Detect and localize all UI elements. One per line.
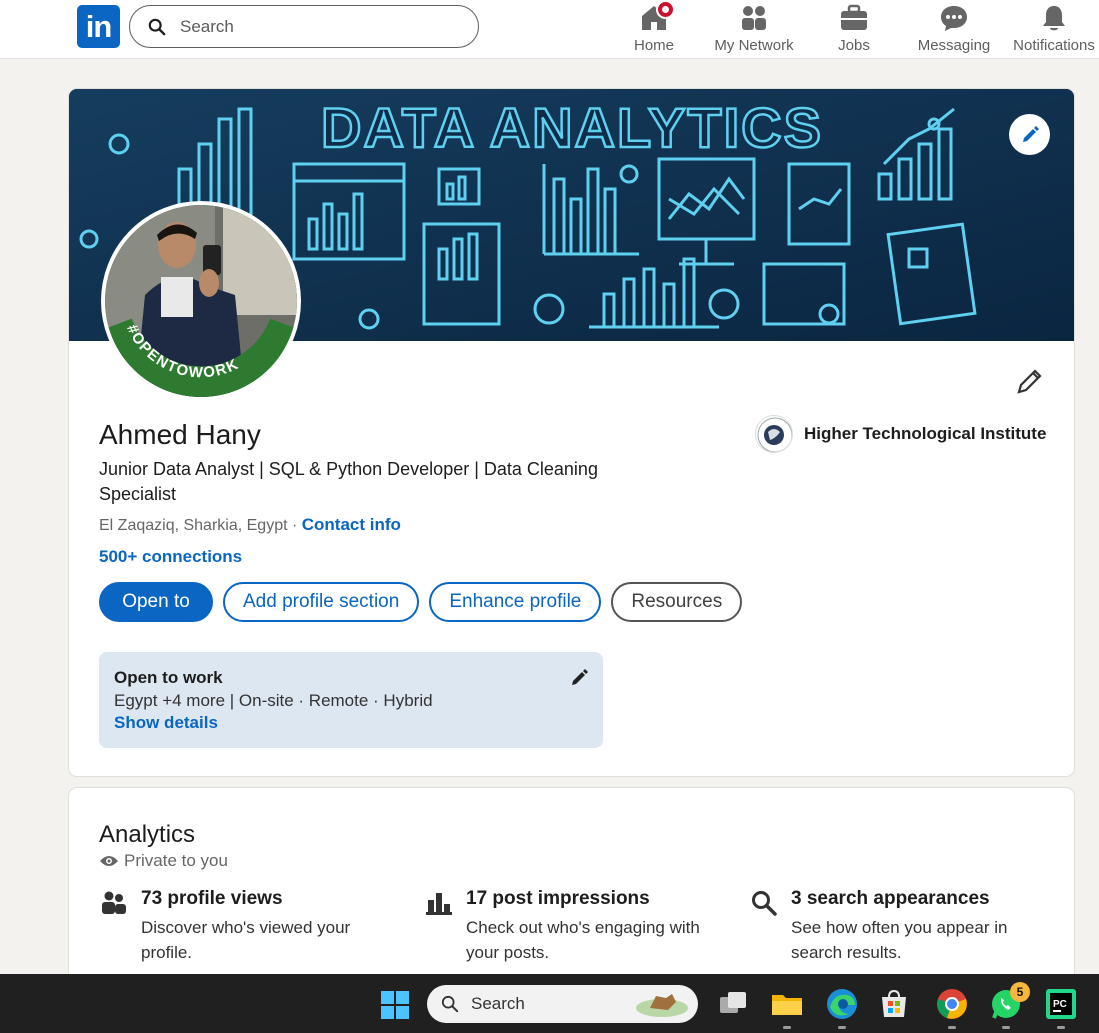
nav-jobs[interactable]: Jobs: [806, 3, 902, 57]
location-separator: ·: [287, 517, 302, 534]
running-indicator: [1002, 1026, 1010, 1029]
microsoft-store-button[interactable]: [877, 987, 911, 1021]
eye-icon: [100, 856, 118, 866]
taskbar-search[interactable]: Search: [427, 985, 698, 1023]
briefcase-icon: [839, 3, 869, 33]
magnifier-icon: [752, 891, 777, 916]
open-to-work-title: Open to work: [114, 668, 223, 687]
messaging-icon: [939, 3, 969, 33]
open-to-button[interactable]: Open to: [99, 582, 213, 622]
show-details-link[interactable]: Show details: [114, 713, 588, 733]
people-icon: [102, 891, 126, 914]
whatsapp-unread-badge: 5: [1010, 982, 1030, 1002]
profile-headline: Junior Data Analyst | SQL & Python Devel…: [99, 459, 598, 504]
profile-actions: Open to Add profile section Enhance prof…: [99, 582, 752, 622]
search-input[interactable]: [180, 16, 450, 37]
file-explorer-button[interactable]: [770, 987, 804, 1029]
add-profile-section-button[interactable]: Add profile section: [223, 582, 420, 622]
pencil-icon: [1022, 125, 1039, 142]
search-icon: [441, 995, 459, 1013]
windows-taskbar: Search 5 PC: [0, 974, 1099, 1033]
profile-location-line: El Zaqaziq, Sharkia, Egypt · Contact inf…: [99, 515, 401, 535]
analytics-search-appearances[interactable]: 3 search appearances See how often you a…: [751, 888, 1041, 965]
analytics-privacy: Private to you: [99, 851, 228, 871]
chrome-icon: [937, 989, 967, 1019]
nav-notifications[interactable]: Notifications: [1006, 3, 1099, 57]
profile-views-desc: Discover who's viewed your profile.: [141, 918, 351, 962]
edit-open-to-work-button[interactable]: [569, 668, 589, 688]
edge-icon: [827, 989, 857, 1019]
open-to-work-details: Egypt +4 more | On-site · Remote · Hybri…: [114, 691, 433, 710]
post-impressions-desc: Check out who's engaging with your posts…: [466, 918, 700, 962]
notification-badge: [656, 0, 675, 19]
chrome-browser-button[interactable]: [935, 987, 969, 1029]
edit-banner-button[interactable]: [1009, 114, 1050, 155]
top-navigation-bar: in Home My Network Jobs Messaging Notif: [0, 0, 1099, 59]
nav-jobs-label: Jobs: [838, 37, 870, 54]
pycharm-icon: PC: [1046, 989, 1076, 1019]
linkedin-logo-icon[interactable]: in: [77, 5, 120, 48]
edit-intro-button[interactable]: [1014, 365, 1046, 397]
windows-start-icon[interactable]: [380, 990, 410, 1020]
home-icon: [639, 0, 675, 33]
pencil-icon: [572, 669, 588, 685]
enhance-profile-button[interactable]: Enhance profile: [429, 582, 602, 622]
whatsapp-button[interactable]: 5: [989, 982, 1030, 1029]
search-box[interactable]: [129, 5, 479, 48]
nav-messaging-label: Messaging: [917, 37, 991, 54]
profile-views-count: 73 profile views: [141, 888, 283, 909]
connections-link[interactable]: 500+ connections: [99, 547, 242, 567]
nav-my-network-label: My Network: [714, 37, 794, 54]
pycharm-button[interactable]: PC: [1044, 987, 1078, 1029]
svg-text:PC: PC: [1053, 999, 1067, 1010]
search-appearances-desc: See how often you appear in search resul…: [791, 918, 1008, 962]
search-highlight-icon: [636, 994, 688, 1017]
profile-location: El Zaqaziq, Sharkia, Egypt: [99, 517, 288, 534]
analytics-privacy-label: Private to you: [124, 851, 228, 870]
open-to-work-box: Open to work Egypt +4 more | On-site · R…: [99, 652, 603, 748]
nav-my-network[interactable]: My Network: [706, 3, 802, 57]
banner-heading: DATA ANALYTICS: [321, 96, 823, 159]
profile-card: DATA ANALYTICS #OPENTOWORK Ahmed Hany Ju…: [68, 88, 1075, 777]
analytics-post-impressions[interactable]: 17 post impressions Check out who's enga…: [426, 888, 716, 965]
post-impressions-count: 17 post impressions: [466, 888, 650, 909]
search-appearances-count: 3 search appearances: [791, 888, 990, 909]
institute-name: Higher Technological Institute: [804, 424, 1047, 443]
bar-chart-icon: [426, 893, 452, 915]
store-icon: [882, 989, 906, 1017]
nav-home[interactable]: Home: [606, 0, 702, 57]
bell-icon: [1039, 3, 1069, 33]
avatar-photo: #OPENTOWORK: [105, 205, 297, 397]
pencil-icon: [1017, 369, 1042, 394]
folder-icon: [772, 995, 802, 1015]
task-view-icon: [720, 992, 746, 1013]
taskbar-search-label: Search: [471, 994, 525, 1013]
nav-notifications-label: Notifications: [1013, 37, 1095, 54]
edge-browser-button[interactable]: [825, 987, 859, 1029]
resources-button[interactable]: Resources: [611, 582, 743, 622]
education-entry[interactable]: Higher Technological Institute: [755, 415, 1046, 453]
task-view-button[interactable]: [716, 987, 750, 1021]
running-indicator: [838, 1026, 846, 1029]
nav-home-label: Home: [633, 37, 674, 54]
nav-messaging[interactable]: Messaging: [906, 3, 1002, 57]
running-indicator: [783, 1026, 791, 1029]
running-indicator: [1057, 1026, 1065, 1029]
profile-name: Ahmed Hany: [99, 419, 261, 450]
profile-avatar[interactable]: #OPENTOWORK: [101, 201, 301, 401]
search-icon: [148, 18, 166, 35]
contact-info-link[interactable]: Contact info: [302, 515, 401, 534]
network-icon: [739, 3, 769, 33]
running-indicator: [948, 1026, 956, 1029]
analytics-title: Analytics: [99, 821, 196, 848]
institute-logo-icon: [755, 415, 793, 453]
analytics-profile-views[interactable]: 73 profile views Discover who's viewed y…: [101, 888, 391, 965]
